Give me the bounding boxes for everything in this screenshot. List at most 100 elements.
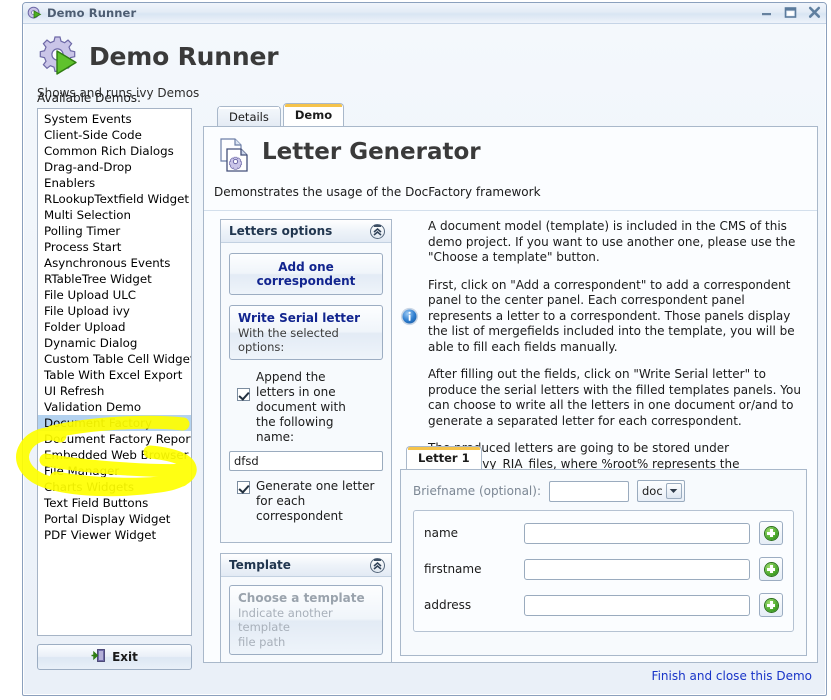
demo-list-item[interactable]: Process Start: [38, 239, 191, 255]
mergefields-box: name firstname address: [413, 510, 794, 632]
choose-template-line3: file path: [238, 635, 286, 649]
demo-list[interactable]: System Events Client-Side Code Common Rich…: [37, 108, 192, 636]
exit-door-icon: [91, 648, 106, 666]
mergefield-input[interactable]: [524, 522, 750, 544]
demo-list-item[interactable]: Validation Demo: [38, 399, 191, 415]
demo-list-item[interactable]: RTableTree Widget: [38, 271, 191, 287]
demo-description: Demonstrates the usage of the DocFactory…: [214, 185, 541, 199]
divider: [204, 210, 817, 211]
demo-list-item[interactable]: Enablers: [38, 175, 191, 191]
write-serial-letter-button[interactable]: Write Serial letter With the selected op…: [229, 305, 383, 360]
demo-list-item[interactable]: Client-Side Code: [38, 127, 191, 143]
demo-list-item[interactable]: Text Field Buttons: [38, 495, 191, 511]
window-title: Demo Runner: [47, 6, 137, 20]
demo-content: Letters options Add one correspondent Wr…: [204, 219, 817, 662]
section-header-letters-options[interactable]: Letters options: [221, 220, 391, 243]
demo-list-item[interactable]: Asynchronous Events: [38, 255, 191, 271]
window-controls: [759, 5, 822, 20]
chevron-down-icon[interactable]: [665, 483, 682, 499]
briefname-input[interactable]: [549, 480, 629, 502]
instruction-paragraph: A document model (template) is included …: [428, 219, 796, 264]
tab-demo[interactable]: Demo: [282, 103, 345, 126]
add-green-plus-icon[interactable]: [759, 521, 783, 545]
demo-list-item[interactable]: UI Refresh: [38, 383, 191, 399]
exit-button[interactable]: Exit: [37, 644, 192, 670]
demo-list-item[interactable]: Portal Display Widget: [38, 511, 191, 527]
filename-input[interactable]: dfsd: [229, 451, 383, 471]
mergefield-label: name: [424, 526, 459, 540]
plus-glyph: [764, 598, 778, 612]
letters-area: Letter 1 Briefname (optional): doc name …: [400, 446, 807, 656]
demo-tab-panel: Letter Generator Demonstrates the usage …: [203, 126, 818, 663]
minimize-icon[interactable]: [759, 5, 774, 20]
mergefield-input[interactable]: [524, 558, 750, 580]
window-titlebar: Demo Runner: [23, 3, 826, 24]
generate-letter-checkbox[interactable]: [237, 481, 250, 494]
demo-list-item[interactable]: Embedded Web Browser: [38, 447, 191, 463]
demo-list-item[interactable]: File Manager: [38, 463, 191, 479]
demo-list-item[interactable]: Custom Table Cell Widget: [38, 351, 191, 367]
tab-details[interactable]: Details: [217, 106, 281, 126]
choose-template-title: Choose a template: [238, 591, 365, 605]
add-correspondent-label: Add one correspondent: [256, 260, 356, 288]
choose-template-line2: Indicate another template: [238, 606, 333, 634]
append-letters-checkbox[interactable]: [237, 388, 250, 401]
demo-list-item[interactable]: PDF Viewer Widget: [38, 527, 191, 543]
application-window: Demo Runner Demo Runner Shows and runs i…: [22, 2, 827, 696]
write-serial-title: Write Serial letter: [238, 311, 361, 325]
instruction-paragraph: After filling out the fields, click on "…: [428, 367, 801, 428]
page-title: Demo Runner: [89, 42, 279, 71]
demo-list-item[interactable]: Polling Timer: [38, 223, 191, 239]
demo-header: Letter Generator Demonstrates the usage …: [204, 127, 817, 219]
briefname-label: Briefname (optional):: [413, 484, 541, 498]
demo-list-item[interactable]: Table With Excel Export: [38, 367, 191, 383]
demo-title: Letter Generator: [262, 139, 481, 165]
demo-list-item[interactable]: Drag-and-Drop: [38, 159, 191, 175]
demo-list-item[interactable]: System Events: [38, 111, 191, 127]
chevron-double-up-icon[interactable]: [370, 557, 385, 573]
finish-demo-link[interactable]: Finish and close this Demo: [652, 669, 812, 683]
maximize-icon[interactable]: [783, 5, 798, 20]
add-correspondent-button[interactable]: Add one correspondent: [229, 253, 383, 295]
mergefield-label: firstname: [424, 562, 482, 576]
info-icon: [400, 307, 419, 326]
letter-panel: Briefname (optional): doc name firstname a…: [400, 469, 807, 656]
generate-letter-row: Generate one letter for each corresponde…: [237, 479, 383, 524]
mergefield-row: address: [424, 593, 783, 617]
document-gear-icon: [216, 137, 256, 177]
add-green-plus-icon[interactable]: [759, 593, 783, 617]
main-content: Details Demo Letter Generator Demonstrat…: [203, 103, 818, 685]
gear-play-icon: [37, 34, 79, 76]
append-letters-row: Append the letters in one document with …: [237, 370, 383, 445]
add-green-plus-icon[interactable]: [759, 557, 783, 581]
chevron-double-up-icon[interactable]: [370, 223, 385, 239]
demo-list-item[interactable]: File Upload ivy: [38, 303, 191, 319]
demo-list-item[interactable]: Document Factory Reporting: [38, 431, 191, 447]
section-body-letters-options: Add one correspondent Write Serial lette…: [221, 243, 391, 542]
demo-list-item[interactable]: Multi Selection: [38, 207, 191, 223]
mergefield-row: name: [424, 521, 783, 545]
right-area: A document model (template) is included …: [400, 219, 807, 662]
demo-list-item[interactable]: Folder Upload: [38, 319, 191, 335]
briefname-row: Briefname (optional): doc: [413, 480, 794, 502]
tab-letter-1[interactable]: Letter 1: [406, 446, 482, 469]
demo-list-item[interactable]: Charts Widgets: [38, 479, 191, 495]
demo-list-item[interactable]: Common Rich Dialogs: [38, 143, 191, 159]
choose-template-button[interactable]: Choose a template Indicate another templ…: [229, 585, 383, 655]
format-select[interactable]: doc: [637, 480, 685, 502]
append-letters-label: Append the letters in one document with …: [256, 370, 346, 444]
exit-button-label: Exit: [112, 650, 138, 664]
demo-list-item[interactable]: File Upload ULC: [38, 287, 191, 303]
generate-letter-label: Generate one letter for each corresponde…: [256, 479, 375, 523]
demo-list-item[interactable]: Dynamic Dialog: [38, 335, 191, 351]
plus-glyph: [764, 562, 778, 576]
demo-list-item[interactable]: Document Factory: [38, 415, 191, 431]
letter-tabstrip: Letter 1: [400, 446, 807, 469]
close-icon[interactable]: [807, 5, 822, 20]
mergefield-input[interactable]: [524, 594, 750, 616]
demo-list-item[interactable]: RLookupTextfield Widget: [38, 191, 191, 207]
section-header-template[interactable]: Template: [221, 554, 391, 577]
section-template: Template Choose a template Indicate anot…: [220, 553, 392, 662]
available-demos-label: Available Demos:: [37, 91, 142, 105]
instruction-paragraph: First, click on "Add a correspondent" to…: [428, 277, 795, 354]
